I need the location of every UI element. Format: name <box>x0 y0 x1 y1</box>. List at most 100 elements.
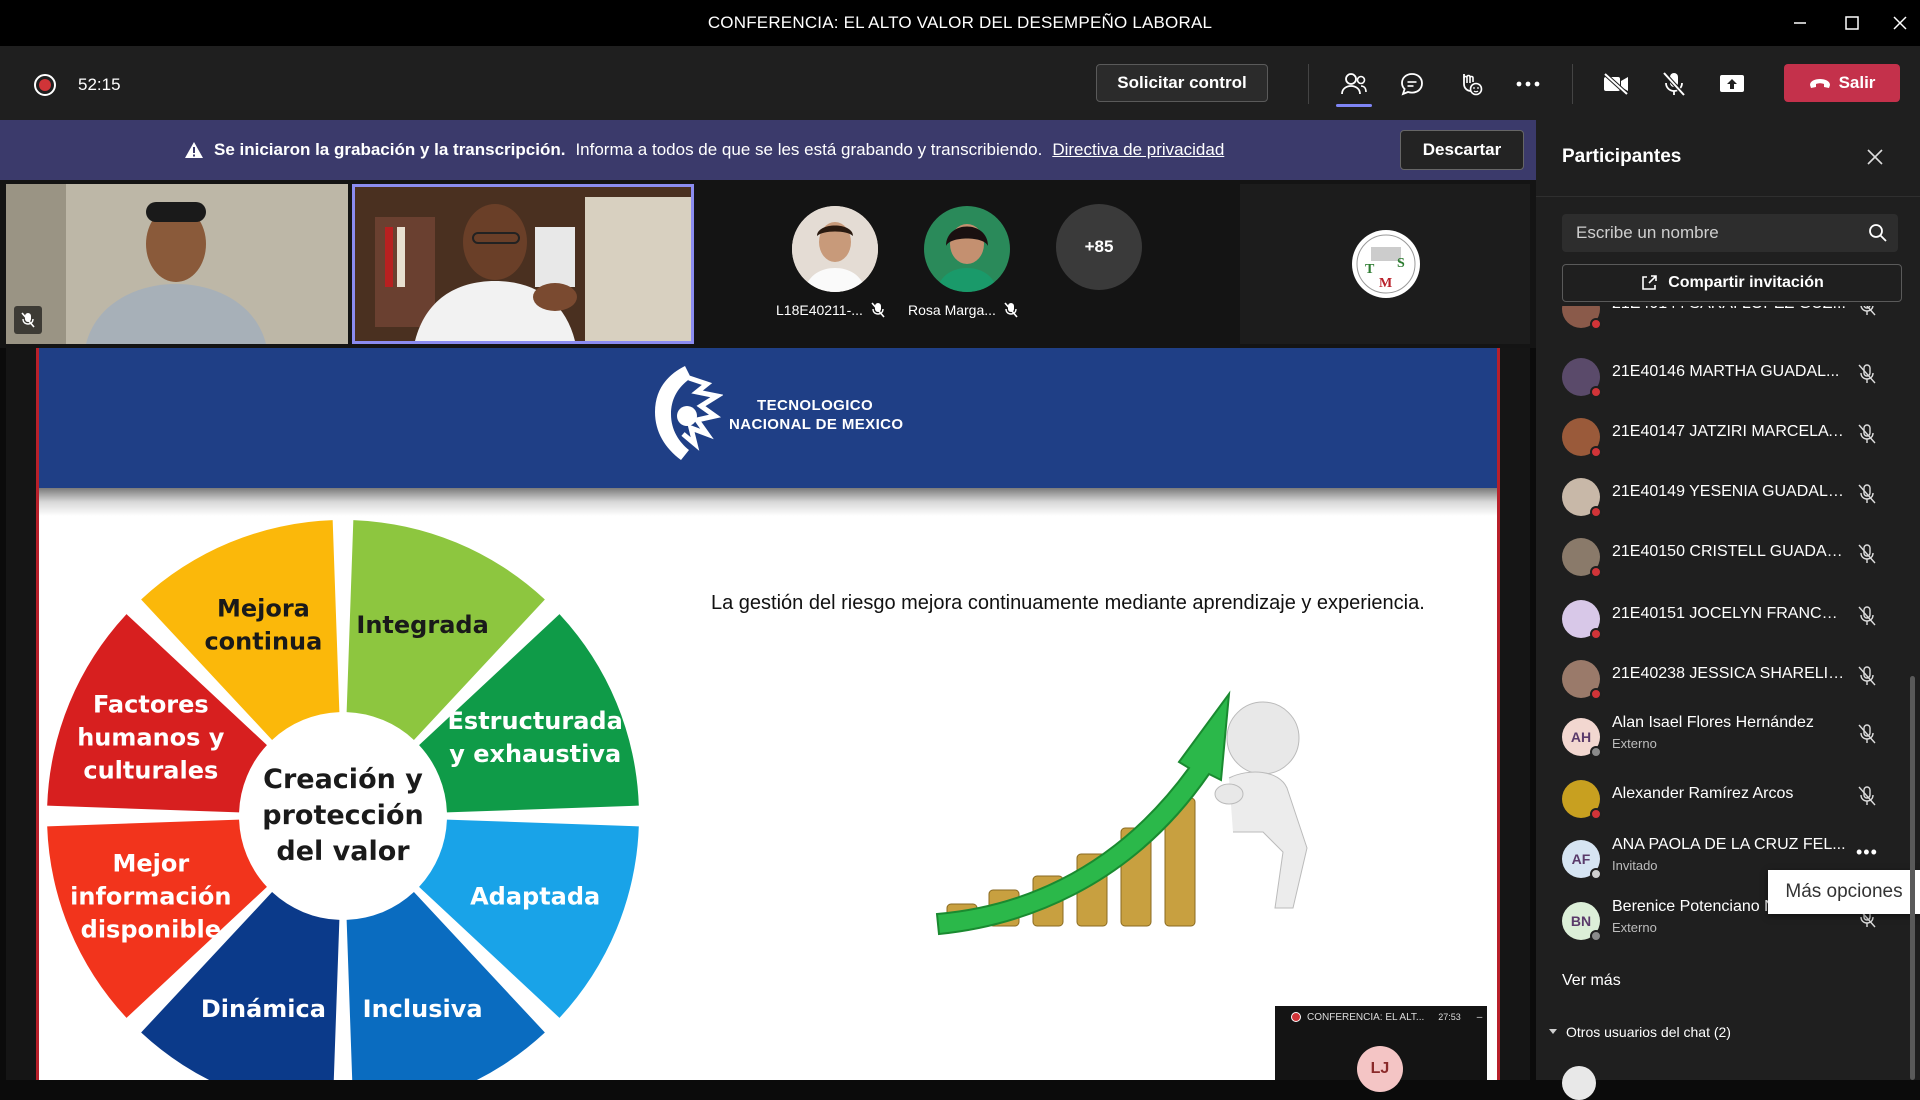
mini-preview-title: CONFERENCIA: EL ALT... <box>1307 1011 1425 1023</box>
participant-row[interactable]: 21E40238 JESSICA SHARELI J... <box>1536 648 1910 704</box>
participant-name: L18E40211-... <box>776 302 863 318</box>
presence-status-icon <box>1590 446 1602 458</box>
camera-off-icon[interactable] <box>1594 64 1638 104</box>
participant-avatar[interactable] <box>792 206 878 292</box>
close-window-icon[interactable] <box>1872 0 1920 46</box>
mic-off-icon[interactable] <box>1858 724 1876 749</box>
participant-row[interactable]: AH Alan Isael Flores Hernández Externo <box>1536 706 1910 762</box>
minimize-icon[interactable] <box>1772 0 1828 46</box>
presence-status-icon <box>1590 746 1602 758</box>
banner-text: Informa a todos de que se les está graba… <box>575 140 1043 159</box>
participant-list: 21E40144 SARAI LOPEZ GUZ... 21E40146 MART… <box>1536 306 1910 1080</box>
presence-status-icon <box>1590 868 1602 880</box>
mic-off-icon[interactable] <box>1858 424 1876 449</box>
participants-icon[interactable] <box>1332 64 1376 104</box>
active-tab-indicator <box>1336 104 1372 107</box>
recording-notice-banner: Se iniciaron la grabación y la transcrip… <box>0 120 1536 180</box>
panel-title: Participantes <box>1562 146 1682 167</box>
mini-preview-menu-icon[interactable]: – <box>1477 1012 1483 1023</box>
muted-icon <box>14 306 42 334</box>
presence-status-icon <box>1590 566 1602 578</box>
mic-off-icon[interactable] <box>1858 484 1876 509</box>
wheel-segment-label: disponible <box>81 916 221 944</box>
presence-status-icon <box>1590 318 1602 330</box>
more-options-icon[interactable] <box>1506 64 1550 104</box>
share-icon <box>1642 275 1658 290</box>
more-options-tooltip: Más opciones <box>1768 870 1920 914</box>
request-control-button[interactable]: Solicitar control <box>1096 64 1268 102</box>
see-more-link[interactable]: Ver más <box>1562 972 1621 990</box>
recording-indicator-icon <box>34 74 56 96</box>
institution-line-1: TECNOLOGICO <box>757 397 874 414</box>
wheel-center-label: del valor <box>276 836 410 867</box>
presence-status-icon <box>1590 808 1602 820</box>
search-icon[interactable] <box>1868 223 1888 248</box>
participant-name: 21E40149 YESENIA GUADALU... <box>1612 483 1846 500</box>
participant-avatar[interactable] <box>924 206 1010 292</box>
recording-indicator-icon <box>1291 1012 1301 1022</box>
leave-button[interactable]: Salir <box>1784 64 1900 102</box>
participant-row[interactable]: Alexander Ramírez Arcos <box>1536 768 1910 824</box>
toolbar-divider <box>1308 64 1309 104</box>
other-chat-users-label: Otros usuarios del chat (2) <box>1566 1024 1731 1040</box>
close-panel-icon[interactable] <box>1866 146 1884 172</box>
participant-avatar <box>1562 1066 1596 1100</box>
wheel-segment-label: y exhaustiva <box>449 740 621 768</box>
mic-off-icon[interactable] <box>1858 544 1876 569</box>
mic-off-icon[interactable] <box>1858 786 1876 811</box>
reactions-icon[interactable] <box>1448 64 1492 104</box>
presence-status-icon <box>1590 386 1602 398</box>
window-title: CONFERENCIA: EL ALTO VALOR DEL DESEMPEÑO… <box>707 13 1213 32</box>
participant-row[interactable]: 21E40150 CRISTELL GUADAL... <box>1536 526 1910 582</box>
participant-row[interactable]: 21E40147 JATZIRI MARCELA J... <box>1536 406 1910 462</box>
participant-search <box>1562 214 1898 252</box>
participant-name: 21E40150 CRISTELL GUADAL... <box>1612 543 1846 560</box>
participant-row[interactable]: 21E40144 SARAI LOPEZ GUZ... <box>1536 306 1910 334</box>
mic-off-icon[interactable] <box>1858 666 1876 691</box>
participant-name: 21E40147 JATZIRI MARCELA J... <box>1612 423 1846 440</box>
leave-label: Salir <box>1838 73 1876 92</box>
svg-text:M: M <box>1379 276 1392 291</box>
participant-video-tile[interactable] <box>6 184 348 344</box>
chevron-down-icon <box>1549 1029 1557 1034</box>
participant-name: ANA PAOLA DE LA CRUZ FEL... <box>1612 836 1846 853</box>
banner-bold-text: Se iniciaron la grabación y la transcrip… <box>214 140 566 159</box>
panel-scrollbar[interactable] <box>1910 676 1915 1080</box>
presence-status-icon <box>1590 930 1602 942</box>
chat-icon[interactable] <box>1390 64 1434 104</box>
mic-off-icon[interactable] <box>1652 64 1696 104</box>
dismiss-button[interactable]: Descartar <box>1400 130 1524 170</box>
wheel-segment-label: culturales <box>83 756 218 784</box>
meeting-mini-preview[interactable]: CONFERENCIA: EL ALT... 27:53 – LJ <box>1275 1006 1487 1092</box>
tecnm-logo-icon <box>649 362 724 470</box>
search-input[interactable] <box>1562 214 1862 252</box>
wheel-center-label: Creación y <box>263 764 423 795</box>
wheel-segment-label: información <box>70 883 231 911</box>
mic-off-icon[interactable] <box>1858 606 1876 631</box>
privacy-policy-link[interactable]: Directiva de privacidad <box>1052 140 1224 160</box>
participant-row[interactable]: 21E40146 MARTHA GUADAL... <box>1536 346 1910 402</box>
wheel-center-label: protección <box>262 800 423 831</box>
participant-row[interactable]: 21E40149 YESENIA GUADALU... <box>1536 466 1910 522</box>
share-screen-icon[interactable] <box>1710 64 1754 104</box>
wheel-segment-label: Adaptada <box>470 883 600 911</box>
wheel-segment-label: Integrada <box>356 611 488 639</box>
participant-name-label: L18E40211-... <box>776 302 885 318</box>
other-chat-users-section[interactable]: Otros usuarios del chat (2) <box>1548 1024 1731 1040</box>
participant-name: Alexander Ramírez Arcos <box>1612 785 1794 802</box>
participant-role: Externo <box>1612 920 1657 935</box>
growth-chart-illustration <box>929 658 1319 958</box>
more-participants-button[interactable]: +85 <box>1056 204 1142 290</box>
participant-name: 21E40146 MARTHA GUADAL... <box>1612 363 1840 380</box>
participant-name: Alan Isael Flores Hernández <box>1612 714 1814 731</box>
more-options-icon[interactable]: ••• <box>1856 842 1878 863</box>
active-speaker-video-tile[interactable] <box>352 184 694 344</box>
mic-off-icon[interactable] <box>1858 306 1876 321</box>
participant-name: 21E40238 JESSICA SHARELI J... <box>1612 665 1846 682</box>
panel-divider <box>1536 196 1920 197</box>
presence-status-icon <box>1590 506 1602 518</box>
slide-statement: La gestión del riesgo mejora continuamen… <box>711 592 1425 614</box>
participant-row[interactable]: 21E40151 JOCELYN FRANCO ... <box>1536 588 1910 644</box>
mic-off-icon[interactable] <box>1858 364 1876 389</box>
share-invite-button[interactable]: Compartir invitación <box>1562 264 1902 302</box>
